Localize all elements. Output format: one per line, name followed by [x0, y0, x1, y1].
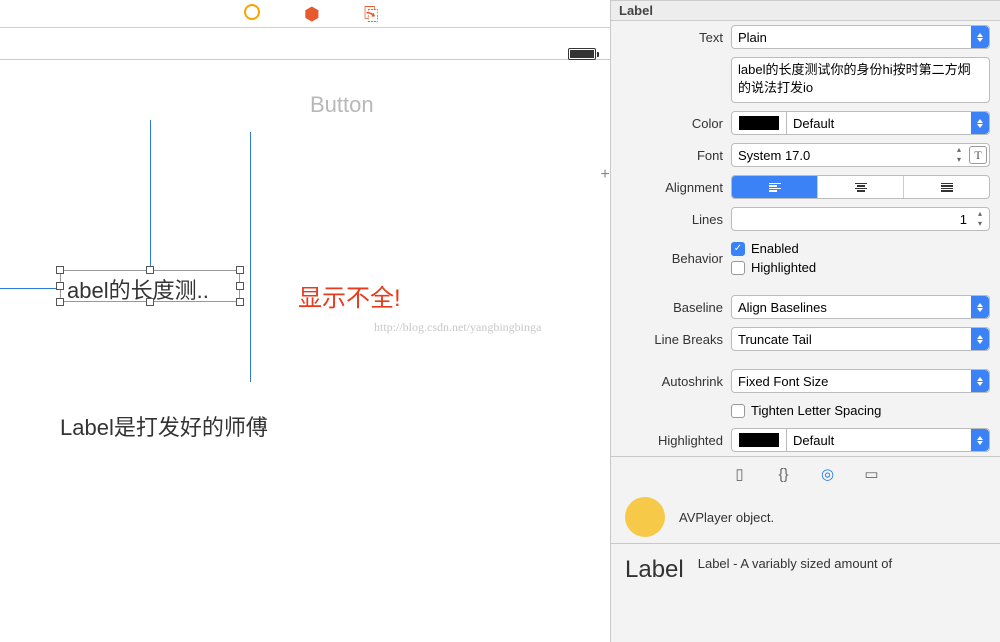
library-label-title: Label — [625, 556, 684, 584]
exit-icon[interactable]: ⎘ — [364, 4, 382, 22]
autoshrink-label: Autoshrink — [611, 374, 731, 389]
constraint-guide — [150, 120, 151, 272]
interface-builder-canvas[interactable]: ⬢ ⎘ Button abel的长度测.. 显示不全! http://blog.… — [0, 0, 610, 642]
behavior-label: Behavior — [611, 251, 731, 266]
highlighted-swatch[interactable] — [731, 428, 787, 452]
dropdown-arrows-icon — [971, 112, 989, 134]
font-label: Font — [611, 148, 731, 163]
resize-handle[interactable] — [236, 282, 244, 290]
alignment-segmented[interactable] — [731, 175, 990, 199]
resize-handle[interactable] — [56, 282, 64, 290]
constraint-guide — [250, 132, 251, 382]
button-element[interactable]: Button — [310, 92, 374, 118]
object-library-icon[interactable]: ⬢ — [304, 4, 322, 22]
resize-handle[interactable] — [56, 266, 64, 274]
lines-row: Lines 1 ▴▾ — [611, 203, 1000, 235]
enabled-label: Enabled — [751, 241, 799, 256]
resize-handle[interactable] — [146, 266, 154, 274]
text-label: Text — [611, 30, 731, 45]
object-library-icon[interactable]: ◎ — [819, 465, 837, 483]
inspector-section-title: Label — [611, 0, 1000, 21]
tighten-checkbox[interactable] — [731, 404, 745, 418]
dropdown-arrows-icon — [971, 429, 989, 451]
highlighted-color-row: Highlighted Default — [611, 424, 1000, 456]
resize-handle[interactable] — [236, 298, 244, 306]
alignment-label: Alignment — [611, 180, 731, 195]
highlighted-color-label: Highlighted — [611, 433, 731, 448]
code-snippet-icon[interactable]: {} — [775, 465, 793, 483]
linebreaks-label: Line Breaks — [611, 332, 731, 347]
lines-label: Lines — [611, 212, 731, 227]
status-bar — [0, 28, 610, 60]
font-field[interactable]: System 17.0 ▴▾ T — [731, 143, 990, 167]
color-select[interactable]: Default — [787, 111, 990, 135]
library-label-desc: Label - A variably sized amount of — [698, 556, 892, 571]
file-template-icon[interactable]: ▯ — [731, 465, 749, 483]
text-content-textarea[interactable]: label的长度测试你的身份hi按时第二方炯的说法打发io — [731, 57, 990, 103]
library-tab-bar: ▯ {} ◎ ▭ — [611, 456, 1000, 491]
alignment-row: Alignment — [611, 171, 1000, 203]
constraint-guide — [0, 288, 60, 289]
color-label: Color — [611, 116, 731, 131]
text-mode-row: Text Plain — [611, 21, 1000, 53]
dropdown-arrows-icon — [971, 26, 989, 48]
highlighted-checkbox[interactable] — [731, 261, 745, 275]
breakpoint-icon[interactable] — [244, 4, 260, 20]
lines-input[interactable]: 1 ▴▾ — [731, 207, 990, 231]
text-mode-select[interactable]: Plain — [731, 25, 990, 49]
autoshrink-select[interactable]: Fixed Font Size — [731, 369, 990, 393]
watermark: http://blog.csdn.net/yangbingbinga — [374, 320, 541, 335]
dropdown-arrows-icon — [971, 296, 989, 318]
battery-icon — [568, 48, 596, 60]
color-row: Color Default — [611, 107, 1000, 139]
color-swatch[interactable] — [731, 111, 787, 135]
label-element[interactable]: Label是打发好的师傅 — [60, 410, 268, 442]
autoshrink-row: Autoshrink Fixed Font Size — [611, 365, 1000, 397]
font-row: Font System 17.0 ▴▾ T — [611, 139, 1000, 171]
font-picker-icon[interactable]: T — [969, 146, 987, 164]
highlighted-select[interactable]: Default — [787, 428, 990, 452]
tighten-row: Tighten Letter Spacing — [611, 397, 1000, 424]
linebreaks-select[interactable]: Truncate Tail — [731, 327, 990, 351]
resize-handle[interactable] — [146, 298, 154, 306]
align-left-button[interactable] — [732, 176, 818, 198]
resize-handle[interactable] — [236, 266, 244, 274]
align-center-button[interactable] — [818, 176, 904, 198]
resize-handle[interactable] — [56, 298, 64, 306]
highlighted-label: Highlighted — [751, 260, 816, 275]
enabled-checkbox[interactable]: ✓ — [731, 242, 745, 256]
baseline-label: Baseline — [611, 300, 731, 315]
baseline-row: Baseline Align Baselines — [611, 291, 1000, 323]
linebreaks-row: Line Breaks Truncate Tail — [611, 323, 1000, 355]
library-item-label[interactable]: Label Label - A variably sized amount of — [611, 543, 1000, 588]
dropdown-arrows-icon — [971, 370, 989, 392]
media-library-icon[interactable]: ▭ — [863, 465, 881, 483]
annotation-text: 显示不全! — [298, 278, 401, 313]
dropdown-arrows-icon — [971, 328, 989, 350]
library-item-avplayer[interactable]: AVPlayer object. — [611, 491, 1000, 543]
tighten-label: Tighten Letter Spacing — [751, 403, 881, 418]
attributes-inspector: Label Text Plain label的长度测试你的身份hi按时第二方炯的… — [610, 0, 1000, 642]
text-content-row: label的长度测试你的身份hi按时第二方炯的说法打发io — [611, 53, 1000, 107]
behavior-row: Behavior ✓ Enabled Highlighted — [611, 235, 1000, 281]
avplayer-icon — [625, 497, 665, 537]
baseline-select[interactable]: Align Baselines — [731, 295, 990, 319]
canvas-toolbar: ⬢ ⎘ — [0, 0, 610, 28]
font-stepper[interactable]: ▴▾ — [953, 145, 965, 165]
align-justify-button[interactable] — [904, 176, 989, 198]
avplayer-text: AVPlayer object. — [679, 510, 774, 525]
lines-stepper[interactable]: ▴▾ — [973, 209, 987, 229]
